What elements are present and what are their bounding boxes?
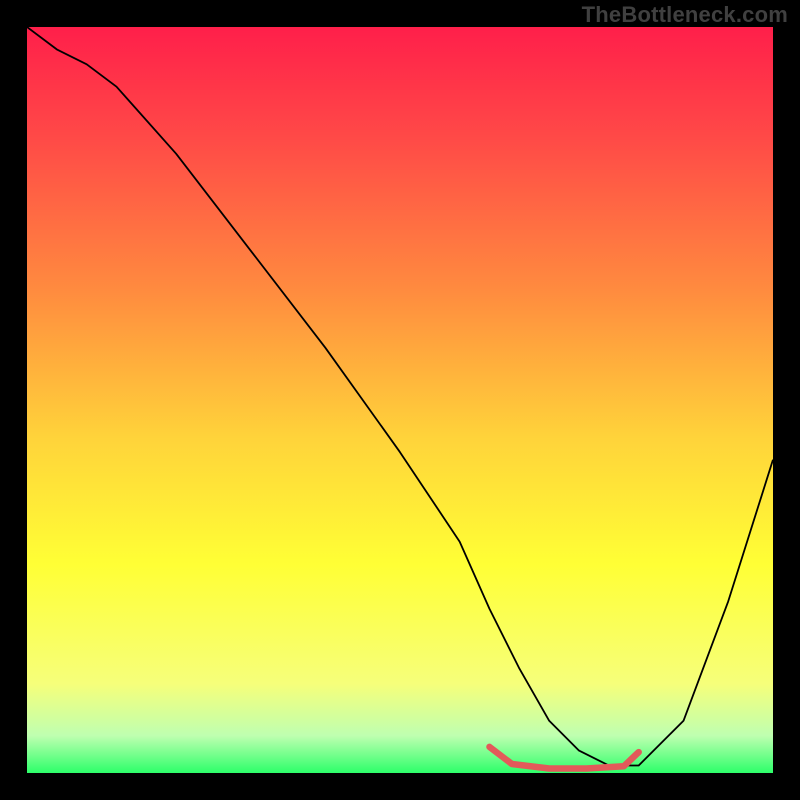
gradient-background <box>27 27 773 773</box>
watermark-text: TheBottleneck.com <box>582 2 788 28</box>
chart-svg <box>27 27 773 773</box>
plot-area <box>27 27 773 773</box>
chart-container: TheBottleneck.com <box>0 0 800 800</box>
